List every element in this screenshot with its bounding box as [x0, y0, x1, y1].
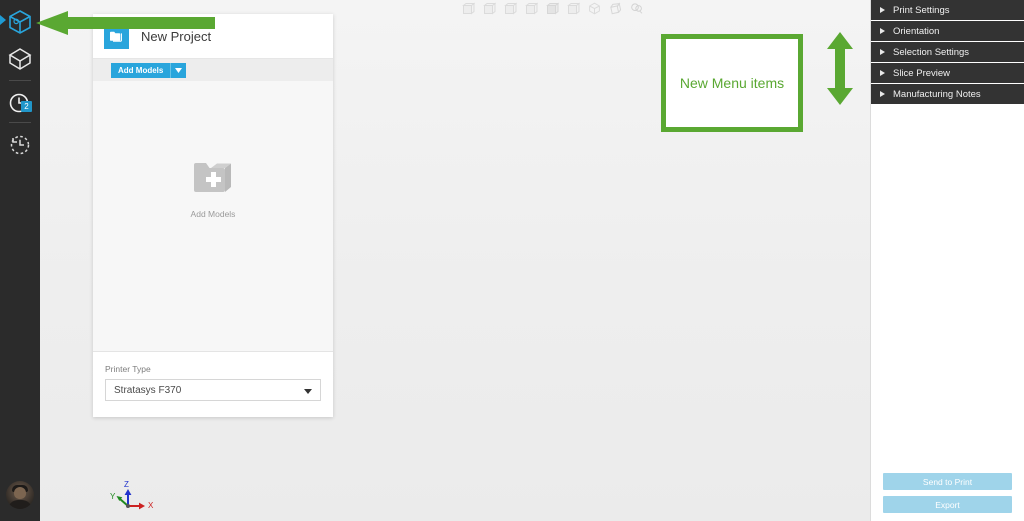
view-front-icon[interactable]	[459, 0, 477, 16]
cube-outline-icon	[7, 46, 33, 77]
cube-3d-icon	[7, 9, 33, 40]
menu-item-slice-preview[interactable]: Slice Preview	[871, 63, 1024, 84]
panel-action-buttons: Send to Print Export	[871, 473, 1024, 513]
view-left-icon[interactable]	[501, 0, 519, 16]
avatar-body	[8, 500, 32, 509]
viewport-3d-canvas[interactable]: New Project Add Models Add Models Printe…	[40, 0, 870, 521]
printer-type-label: Printer Type	[105, 364, 151, 374]
chevron-right-icon	[880, 70, 885, 76]
chevron-right-icon	[880, 91, 885, 97]
project-panel: New Project Add Models Add Models Printe…	[93, 14, 333, 417]
rail-divider	[9, 80, 31, 81]
sidebar-item-model-view[interactable]	[0, 5, 40, 43]
avatar-face	[14, 487, 26, 499]
empty-state-label: Add Models	[190, 209, 236, 219]
settings-panel-body: Send to Print Export	[871, 106, 1024, 521]
menu-item-label: Manufacturing Notes	[893, 88, 981, 100]
queue-badge: 2	[21, 101, 32, 112]
view-top-icon[interactable]	[543, 0, 561, 16]
left-navigation-rail: 2	[0, 0, 40, 521]
add-models-button[interactable]: Add Models	[111, 62, 187, 78]
menu-item-print-settings[interactable]: Print Settings	[871, 0, 1024, 21]
printer-type-select[interactable]: Stratasys F370	[105, 379, 321, 401]
chevron-down-icon[interactable]	[170, 62, 187, 78]
chevron-down-icon[interactable]	[304, 389, 312, 394]
sidebar-item-pack-view[interactable]	[0, 42, 40, 80]
folder-plus-icon	[192, 159, 234, 202]
view-right-icon[interactable]	[522, 0, 540, 16]
clock-history-icon	[8, 133, 32, 162]
rail-divider	[9, 122, 31, 123]
view-back-icon[interactable]	[480, 0, 498, 16]
printer-type-value: Stratasys F370	[114, 384, 182, 396]
sidebar-item-queue[interactable]: 2	[0, 84, 40, 122]
menu-item-manufacturing-notes[interactable]: Manufacturing Notes	[871, 84, 1024, 105]
send-to-print-button[interactable]: Send to Print	[883, 473, 1012, 490]
folder-icon	[104, 23, 129, 49]
menu-item-label: Slice Preview	[893, 67, 951, 79]
axis-label-z: Z	[124, 480, 129, 489]
application-window: New Project Add Models Add Models Printe…	[0, 0, 1024, 521]
view-fit-icon[interactable]	[627, 0, 645, 16]
axis-label-y: Y	[110, 492, 116, 501]
axis-label-x: X	[148, 501, 154, 510]
menu-item-label: Print Settings	[893, 4, 950, 16]
printer-type-section: Printer Type Stratasys F370	[93, 352, 333, 401]
settings-menu-list: Print Settings Orientation Selection Set…	[871, 0, 1024, 105]
chevron-right-icon	[880, 49, 885, 55]
project-header: New Project	[93, 14, 333, 59]
view-iso-icon[interactable]	[585, 0, 603, 16]
avatar[interactable]	[6, 481, 34, 509]
sidebar-item-history[interactable]	[0, 128, 40, 166]
chevron-right-icon	[880, 28, 885, 34]
export-button[interactable]: Export	[883, 496, 1012, 513]
menu-item-orientation[interactable]: Orientation	[871, 21, 1024, 42]
add-models-label: Add Models	[111, 62, 171, 78]
view-rotate-icon[interactable]	[606, 0, 624, 16]
menu-item-label: Orientation	[893, 25, 940, 37]
menu-item-label: Selection Settings	[893, 46, 970, 58]
empty-state[interactable]: Add Models	[93, 159, 333, 219]
view-bottom-icon[interactable]	[564, 0, 582, 16]
right-settings-panel: Print Settings Orientation Selection Set…	[870, 0, 1024, 521]
chevron-right-icon	[880, 7, 885, 13]
add-models-toolbar: Add Models	[93, 59, 333, 81]
page-title: New Project	[141, 28, 212, 44]
view-orientation-toolbar	[459, 0, 645, 16]
menu-item-selection-settings[interactable]: Selection Settings	[871, 42, 1024, 63]
axis-orientation-gizmo: Z X Y	[110, 480, 166, 518]
model-list[interactable]: Add Models	[93, 81, 333, 352]
clock-icon: 2	[8, 91, 32, 115]
